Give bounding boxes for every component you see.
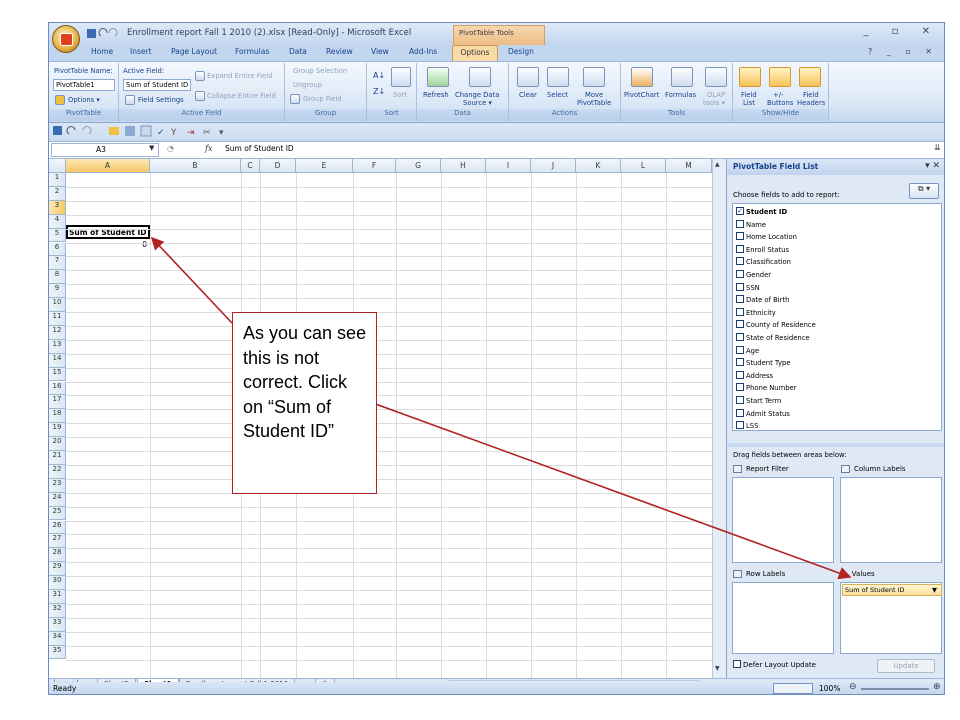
arrow-to-values-item xyxy=(369,401,852,580)
arrow-to-cell-a4 xyxy=(150,236,233,324)
annotation-arrows xyxy=(150,236,852,580)
annotation-callout: As you can see this is not correct. Clic… xyxy=(232,312,377,494)
